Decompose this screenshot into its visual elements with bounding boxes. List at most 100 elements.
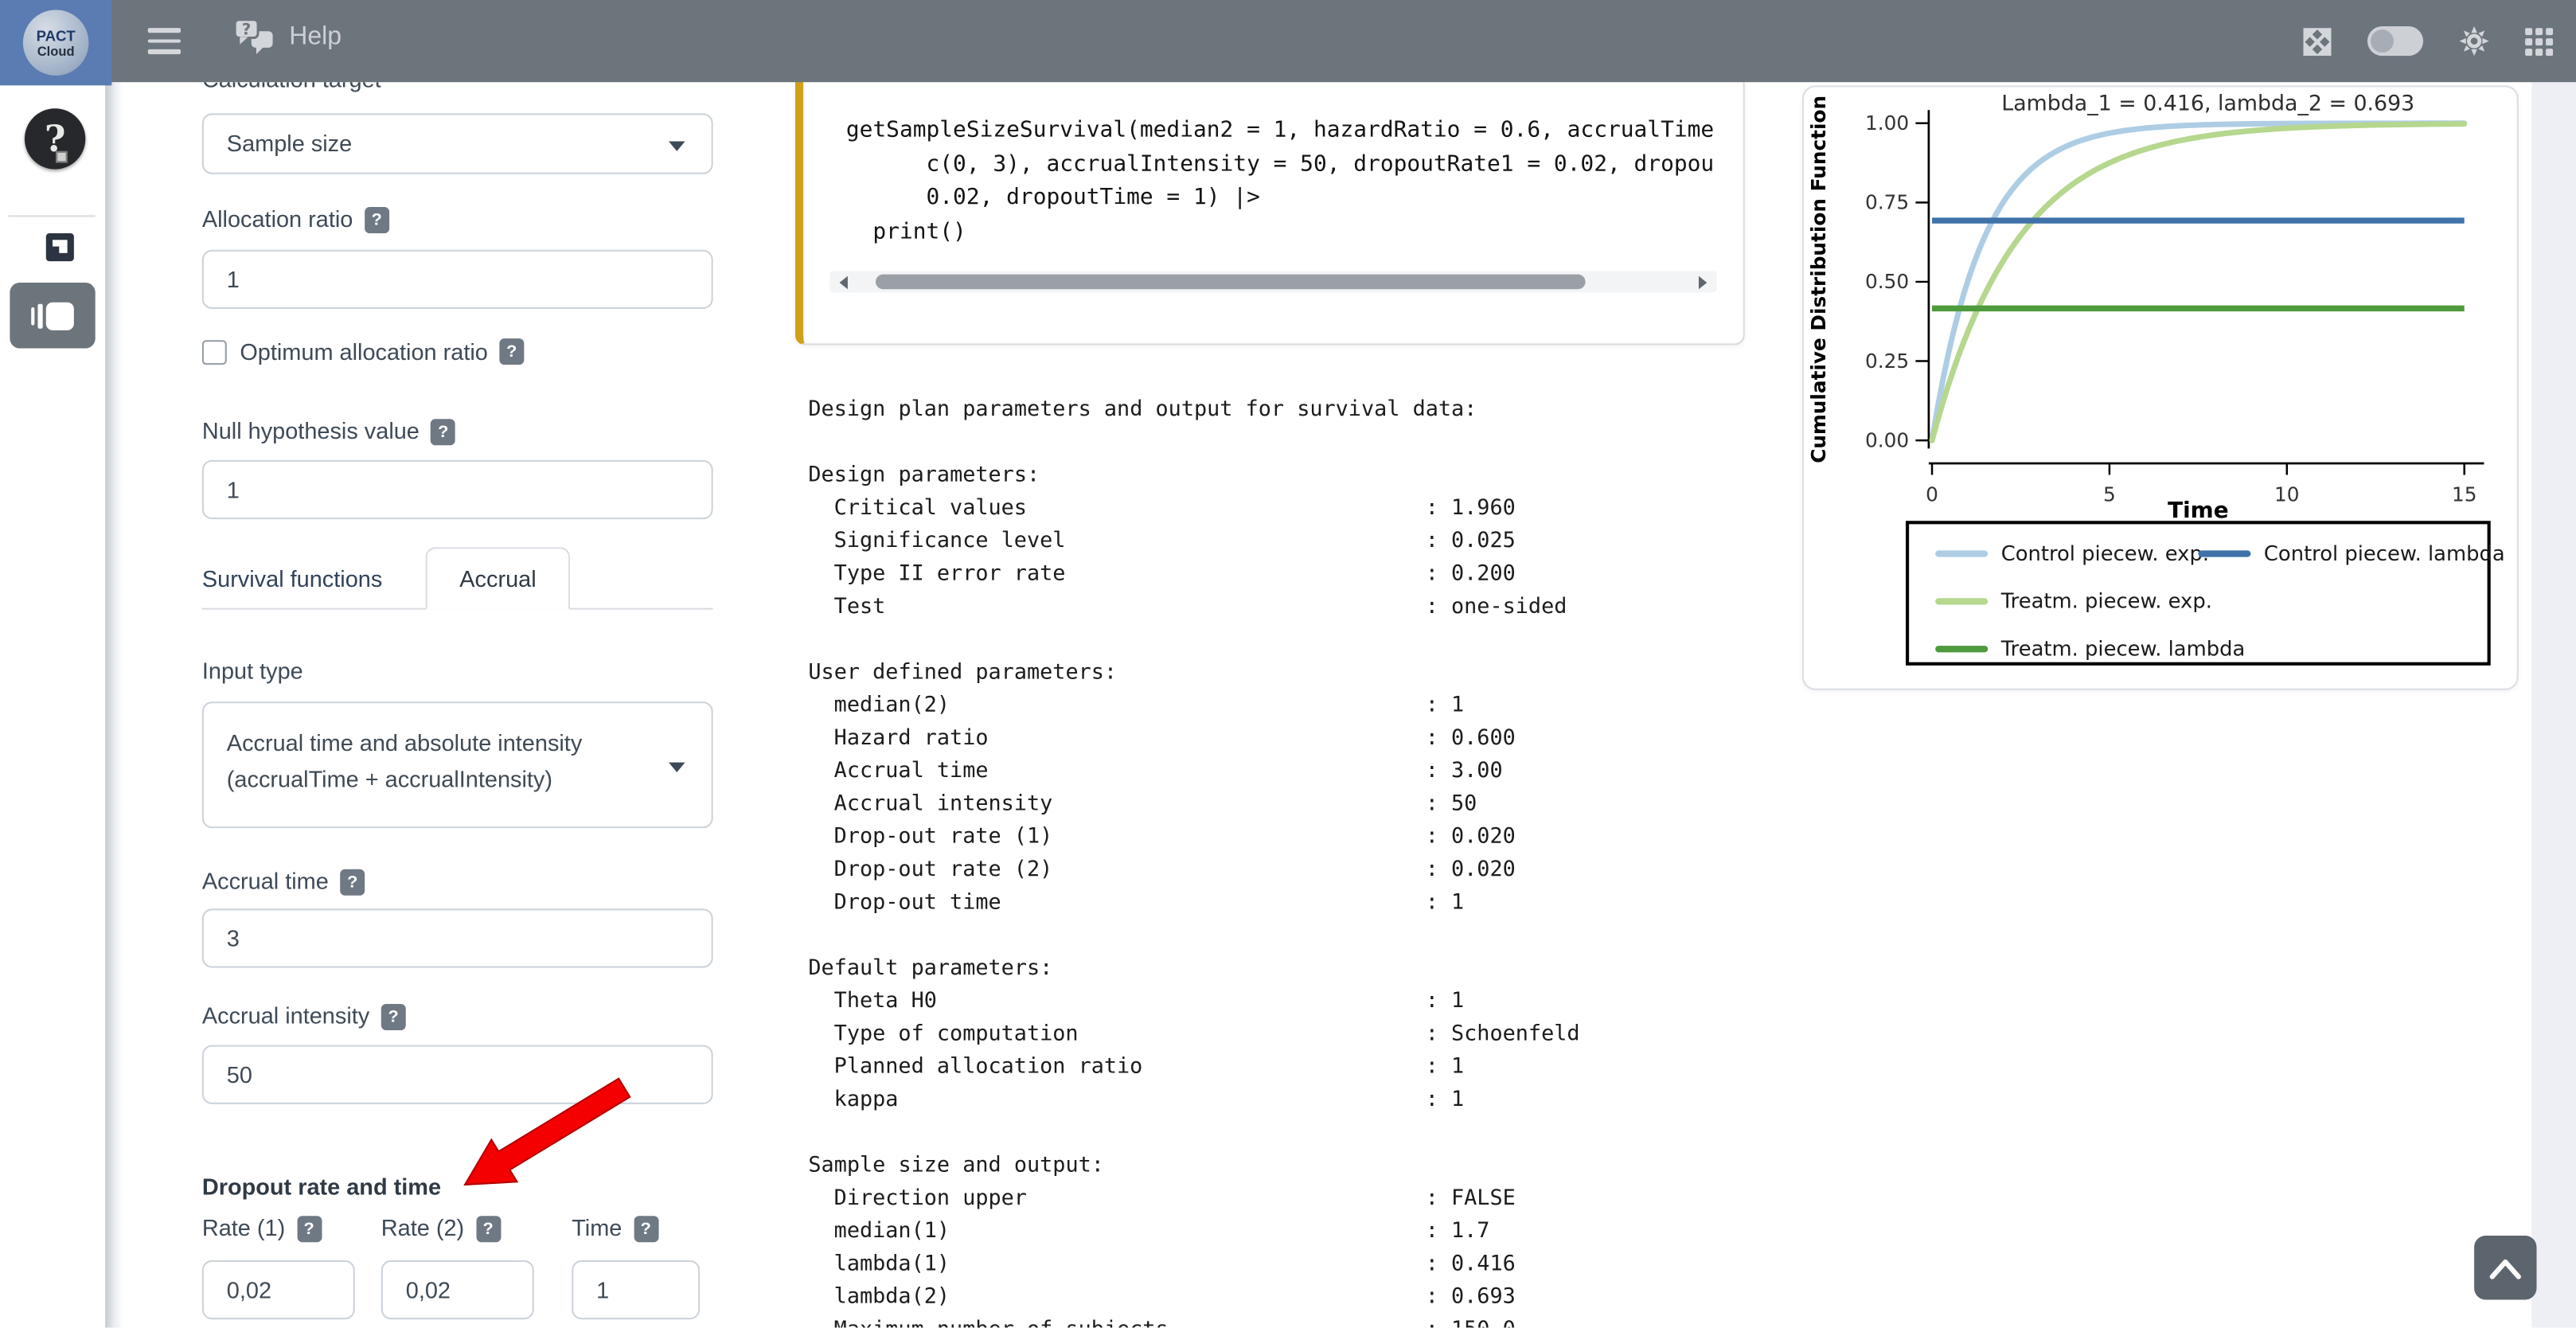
help-badge-icon[interactable]: ?: [476, 1216, 501, 1242]
input-type-select[interactable]: Accrual time and absolute intensity (acc…: [202, 701, 713, 828]
optimum-allocation-checkbox[interactable]: [202, 339, 227, 364]
output-row: Type of computation: Schoenfeld: [808, 1019, 1793, 1052]
output-row: Type II error rate: 0.200: [808, 559, 1793, 592]
code-line: print(): [846, 214, 1727, 248]
help-badge-icon[interactable]: ?: [381, 1004, 406, 1030]
chevron-down-icon: [669, 141, 685, 150]
output-row: median(1): 1.7: [808, 1216, 1793, 1248]
scroll-left-arrow-icon[interactable]: [840, 276, 848, 290]
legend-item: Control piecew. exp.: [1935, 541, 2209, 565]
x-axis-title: Time: [1906, 498, 2491, 524]
chart-legend: Control piecew. exp.Control piecew. lamb…: [1906, 521, 2491, 666]
output-row: median(2): 1: [808, 690, 1793, 723]
code-line: getSampleSizeSurvival(median2 = 1, hazar…: [846, 113, 1727, 146]
help-badge-icon[interactable]: ?: [340, 869, 365, 896]
sidebar-item-active-panels[interactable]: [10, 283, 95, 349]
help-button[interactable]: ? Help: [232, 18, 342, 58]
icon-sidebar: ?: [0, 82, 105, 1327]
code-horizontal-scrollbar[interactable]: [829, 271, 1716, 293]
top-header-bar: ? Help: [0, 0, 2576, 82]
output-row: Drop-out time: 1: [808, 887, 1793, 920]
calculation-target-label: Calculation target: [202, 82, 756, 93]
allocation-ratio-input[interactable]: [202, 250, 713, 309]
output-row: Significance level: 0.025: [808, 525, 1793, 558]
optimum-allocation-label: Optimum allocation ratio: [240, 337, 488, 366]
help-badge-icon[interactable]: ?: [634, 1216, 658, 1242]
output-text-line: Design parameters:: [808, 460, 1793, 493]
null-hypothesis-input[interactable]: [202, 460, 713, 519]
tab-accrual[interactable]: Accrual: [425, 547, 571, 609]
menu-hamburger-icon[interactable]: [148, 28, 181, 54]
svg-text:Lambda_1 = 0.416, lambda_2 = 0: Lambda_1 = 0.416, lambda_2 = 0.693: [2001, 91, 2414, 115]
app-logo[interactable]: PACT Cloud: [0, 0, 111, 85]
input-type-label: Input type: [202, 655, 756, 685]
r-code-text: getSampleSizeSurvival(median2 = 1, hazar…: [846, 113, 1727, 248]
output-text-line: Sample size and output:: [808, 1150, 1793, 1183]
output-text-line: User defined parameters:: [808, 658, 1793, 690]
help-badge-icon[interactable]: ?: [365, 207, 389, 233]
output-row: kappa: 1: [808, 1084, 1793, 1117]
output-text-line: Default parameters:: [808, 953, 1793, 986]
toggle-knob: [2371, 29, 2394, 53]
dropout-rate2-input[interactable]: [381, 1260, 534, 1319]
svg-text:1.00: 1.00: [1865, 111, 1909, 135]
apps-grid-icon[interactable]: [2525, 27, 2553, 55]
svg-text:0.50: 0.50: [1865, 270, 1909, 293]
output-text-line: [808, 1117, 1793, 1150]
dropout-rate1-input[interactable]: [202, 1260, 355, 1319]
legend-label: Treatm. piecew. lambda: [2001, 636, 2246, 661]
legend-swatch: [1935, 597, 1988, 603]
red-annotation-arrow: [454, 1075, 638, 1198]
output-row: Accrual intensity: 50: [808, 789, 1793, 822]
scroll-right-arrow-icon[interactable]: [1699, 276, 1707, 290]
brightness-sun-icon[interactable]: [2460, 26, 2489, 56]
input-type-value-line2: (accrualTime + accrualIntensity): [227, 761, 689, 797]
svg-text:0.25: 0.25: [1865, 350, 1909, 373]
legend-swatch: [1935, 549, 1988, 556]
scrollbar-thumb[interactable]: [876, 275, 1586, 290]
output-row: Direction upper: FALSE: [808, 1183, 1793, 1216]
allocation-ratio-label: Allocation ratio?: [202, 204, 756, 233]
code-line: c(0, 3), accrualIntensity = 50, dropoutR…: [846, 147, 1727, 181]
accrual-time-label: Accrual time?: [202, 866, 756, 896]
dropout-rate2-label: Rate (2)?: [381, 1213, 572, 1242]
legend-label: Treatm. piecew. exp.: [2001, 588, 2212, 613]
scroll-to-top-button[interactable]: [2474, 1236, 2536, 1299]
svg-text:?: ?: [242, 20, 251, 38]
logo-text-2: Cloud: [37, 44, 75, 59]
output-row: lambda(2): 0.693: [808, 1282, 1793, 1314]
output-row: Drop-out rate (2): 0.020: [808, 854, 1793, 887]
accrual-time-input[interactable]: [202, 908, 713, 967]
output-row: Planned allocation ratio: 1: [808, 1052, 1793, 1084]
dark-mode-toggle[interactable]: [2367, 26, 2423, 56]
legend-swatch: [1935, 645, 1988, 651]
output-text-line: [808, 428, 1793, 460]
calculation-target-select[interactable]: Sample size: [202, 113, 713, 174]
r-code-card: getSampleSizeSurvival(median2 = 1, hazar…: [795, 72, 1745, 346]
output-row: Critical values: 1.960: [808, 493, 1793, 525]
legend-label: Control piecew. lambda: [2264, 541, 2505, 565]
question-logo-icon[interactable]: ?: [25, 108, 85, 169]
output-text-line: [808, 920, 1793, 953]
tab-survival-functions[interactable]: Survival functions: [202, 549, 382, 607]
panel-layout-icon: [31, 307, 35, 325]
null-hypothesis-label: Null hypothesis value?: [202, 416, 756, 445]
help-chat-icon: ?: [232, 18, 278, 58]
output-row: Test: one-sided: [808, 592, 1793, 624]
help-badge-icon[interactable]: ?: [297, 1216, 322, 1242]
chevron-up-icon: [2488, 1256, 2523, 1279]
dropout-time-label: Time?: [572, 1213, 712, 1242]
dropout-rate1-label: Rate (1)?: [202, 1213, 381, 1242]
cdf-chart-card: Lambda_1 = 0.416, lambda_2 = 0.693Cumula…: [1802, 85, 2519, 689]
help-badge-icon[interactable]: ?: [499, 338, 524, 365]
output-row: Hazard ratio: 0.600: [808, 723, 1793, 756]
calculation-target-value: Sample size: [227, 130, 352, 156]
help-badge-icon[interactable]: ?: [431, 419, 455, 445]
svg-text:0.00: 0.00: [1865, 428, 1909, 451]
fullscreen-icon[interactable]: [2303, 27, 2331, 55]
flip-step-icon[interactable]: [46, 233, 74, 261]
pact-cloud-logo-icon: PACT Cloud: [23, 10, 89, 76]
dropout-time-input[interactable]: [572, 1260, 700, 1319]
design-plan-output: Design plan parameters and output for su…: [808, 394, 1793, 1327]
app-window: ? Help: [0, 0, 2576, 1328]
